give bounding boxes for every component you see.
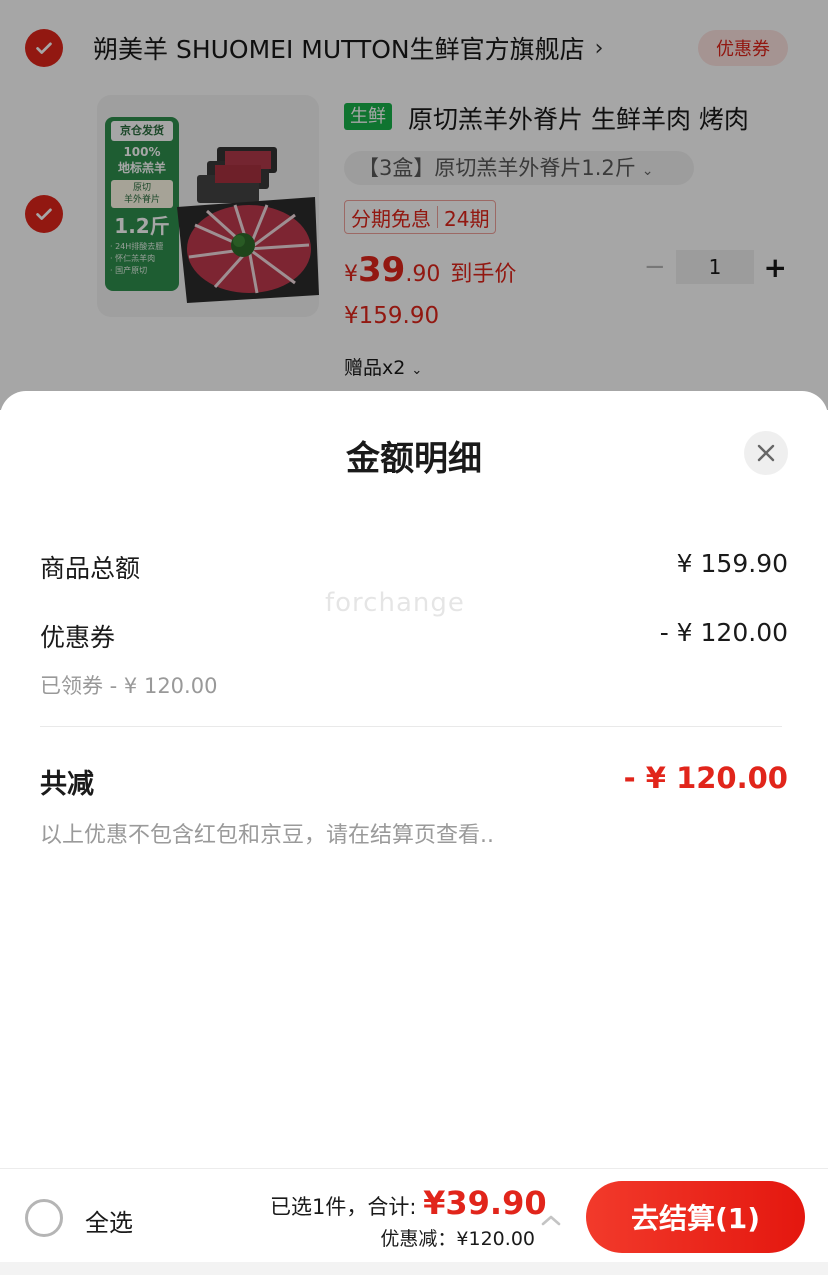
image-bullet: · 国产原切: [110, 266, 148, 275]
image-percent: 100%: [123, 145, 161, 159]
total-amount: ¥39.90: [423, 1184, 547, 1222]
product-title[interactable]: 原切羔羊外脊片 生鲜羊肉 烤肉: [408, 100, 749, 136]
watermark: forchange: [325, 588, 465, 618]
gift-toggle[interactable]: 赠品x2 ⌄: [344, 353, 422, 380]
image-bullet: · 怀仁羔羊肉: [110, 254, 156, 263]
checkout-bar: 全选 已选1件，合计: ¥39.90 优惠减：¥120.00 去结算(1): [0, 1168, 828, 1275]
decrease-button[interactable]: −: [640, 252, 670, 282]
original-price: ¥159.90: [344, 303, 440, 329]
spec-selector[interactable]: 【3盒】原切羔羊外脊片1.2斤 ⌄: [344, 151, 694, 185]
installment-label: 分期免息: [351, 206, 431, 231]
meat-tray-image: [177, 147, 319, 303]
checkout-button[interactable]: 去结算(1): [586, 1181, 805, 1253]
cart-list: 朔美羊 SHUOMEI MUTTON生鲜官方旗舰店 › 优惠券 京仓发货 100…: [0, 0, 828, 400]
discount-summary: 优惠减：¥120.00: [380, 1228, 535, 1250]
chevron-down-icon: ⌄: [411, 363, 423, 378]
chevron-up-icon[interactable]: [539, 1211, 563, 1229]
close-icon: [757, 444, 775, 462]
price-currency: ¥: [344, 262, 358, 287]
price-summary[interactable]: 已选1件，合计: ¥39.90 优惠减：¥120.00: [270, 1184, 547, 1251]
select-all-radio[interactable]: [25, 1199, 63, 1237]
store-name: 朔美羊 SHUOMEI MUTTON生鲜官方旗舰店: [93, 35, 585, 64]
total-reduction-label: 共减: [40, 769, 94, 800]
home-indicator-area: [0, 1262, 828, 1275]
image-weight: 1.2斤: [114, 214, 170, 238]
final-price: ¥ 39 .90 到手价: [344, 250, 516, 290]
coupon-value: - ¥ 120.00: [659, 618, 788, 647]
summary-total-line: 已选1件，合计: ¥39.90: [270, 1184, 547, 1222]
image-cut-line2: 羊外脊片: [123, 195, 160, 205]
increase-button[interactable]: +: [760, 251, 790, 284]
close-button[interactable]: [744, 431, 788, 475]
divider: [40, 726, 782, 727]
quantity-value[interactable]: 1: [675, 250, 755, 284]
gift-label: 赠品x2: [344, 357, 406, 379]
spec-label: 【3盒】原切羔羊外脊片1.2斤: [358, 156, 636, 180]
price-decimal: .90: [405, 262, 441, 287]
image-bullets: · 24H排酸去膻 · 怀仁羔羊肉 · 国产原切: [110, 241, 174, 277]
sheet-title: 金额明细: [346, 439, 482, 479]
store-check-icon[interactable]: [25, 29, 63, 67]
price-label: 到手价: [450, 262, 517, 287]
installment-period: 24期: [444, 206, 490, 231]
total-reduction-value: - ¥ 120.00: [623, 761, 788, 795]
quantity-stepper[interactable]: − 1 +: [640, 250, 790, 284]
item-check-icon[interactable]: [25, 195, 63, 233]
product-image-label: 京仓发货 100% 地标羔羊 原切 羊外脊片 1.2斤 · 24H排酸去膻 · …: [105, 117, 179, 291]
amount-detail-sheet: 金额明细 forchange 商品总额 ¥ 159.90 优惠券 - ¥ 120…: [0, 391, 828, 1169]
chevron-down-icon: ⌄: [641, 163, 654, 179]
chevron-right-icon: ›: [594, 35, 604, 61]
price-integer: 39: [358, 250, 406, 290]
coupon-detail: 已领券 - ¥ 120.00: [40, 674, 218, 698]
product-image[interactable]: 京仓发货 100% 地标羔羊 原切 羊外脊片 1.2斤 · 24H排酸去膻 · …: [97, 95, 319, 317]
store-name-link[interactable]: 朔美羊 SHUOMEI MUTTON生鲜官方旗舰店 ›: [93, 30, 603, 66]
installment-badge: 分期免息 24期: [344, 200, 497, 234]
image-bullet: · 24H排酸去膻: [110, 242, 164, 251]
goods-total-label: 商品总额: [40, 554, 141, 583]
image-landmark: 地标羔羊: [117, 161, 166, 175]
image-cut: 原切 羊外脊片: [111, 180, 173, 208]
coupon-button[interactable]: 优惠券: [698, 30, 788, 66]
image-cut-line1: 原切: [132, 183, 151, 193]
select-all-label[interactable]: 全选: [85, 1203, 133, 1238]
goods-total-value: ¥ 159.90: [676, 549, 788, 578]
discount-note: 以上优惠不包含红包和京豆，请在结算页查看..: [40, 823, 494, 848]
image-badge: 京仓发货: [111, 121, 173, 141]
fresh-tag: 生鲜: [344, 103, 392, 130]
selected-count-label: 已选1件，合计:: [270, 1195, 424, 1219]
coupon-label: 优惠券: [40, 623, 116, 652]
